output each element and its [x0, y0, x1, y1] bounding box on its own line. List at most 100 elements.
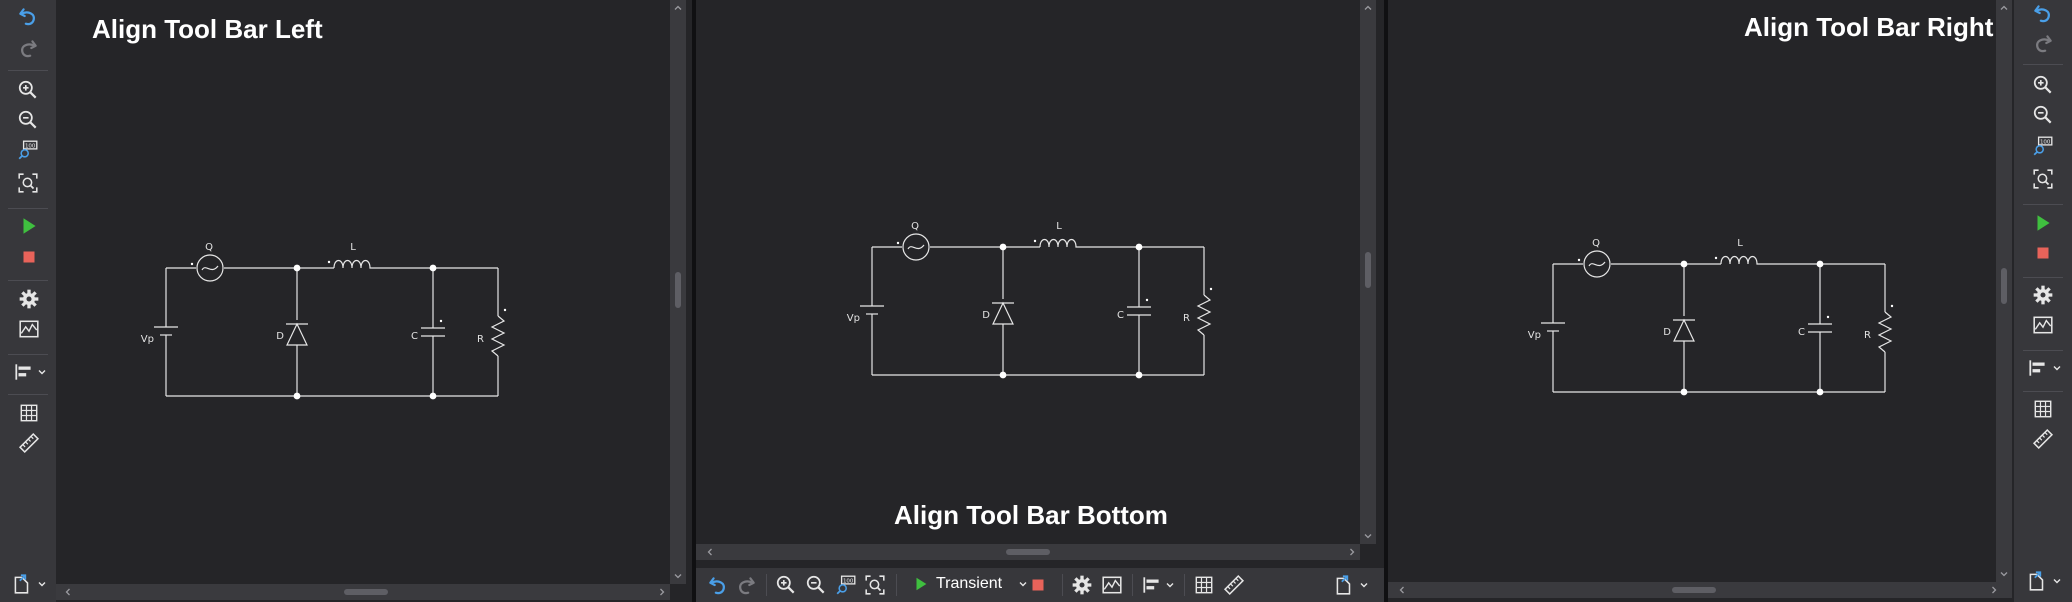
scroll-left-icon[interactable] — [60, 584, 76, 600]
scrollbar-thumb[interactable] — [344, 589, 388, 595]
scroll-up-icon[interactable] — [1996, 0, 2012, 16]
settings-icon[interactable] — [1070, 573, 1094, 597]
toolbar-separator — [8, 280, 48, 281]
vertical-scrollbar[interactable] — [1996, 0, 2012, 582]
align-toolbar-icon[interactable] — [2026, 356, 2050, 380]
toolbar-separator — [1132, 574, 1133, 596]
toolbar-separator — [2023, 391, 2063, 392]
ruler-icon[interactable] — [2031, 427, 2055, 451]
scroll-right-icon[interactable] — [654, 584, 670, 600]
undo-icon[interactable] — [16, 4, 40, 28]
label-c: C — [411, 331, 418, 342]
label-vp: Vp — [847, 313, 860, 324]
schematic-canvas[interactable]: Vp Q L D C R Align Tool Bar Bottom — [696, 0, 1360, 544]
undo-icon[interactable] — [2031, 1, 2055, 25]
label-d: D — [1663, 327, 1671, 338]
zoom-in-icon[interactable] — [774, 573, 798, 597]
scroll-left-icon[interactable] — [702, 544, 718, 560]
schematic-canvas[interactable]: Align Tool Bar Left Vp Q L D C R — [56, 0, 668, 584]
toolbar-separator — [8, 394, 48, 395]
grid-icon[interactable] — [17, 401, 41, 425]
export-icon[interactable] — [2025, 569, 2049, 593]
scrollbar-thumb[interactable] — [1006, 549, 1050, 555]
label-l: L — [1056, 221, 1062, 232]
zoom-fit-icon[interactable] — [863, 573, 887, 597]
vertical-scrollbar[interactable] — [1360, 0, 1376, 544]
zoom-out-icon[interactable] — [16, 108, 40, 132]
toolbar-separator — [1184, 574, 1185, 596]
zoom-in-icon[interactable] — [2031, 73, 2055, 97]
buck-converter-schematic[interactable]: Vp Q L D C R — [1485, 224, 1925, 404]
label-d: D — [276, 331, 284, 342]
buck-converter-schematic[interactable]: Vp Q L D C R — [98, 228, 538, 408]
run-icon[interactable] — [17, 214, 41, 238]
stop-icon[interactable] — [2031, 241, 2055, 265]
settings-icon[interactable] — [2031, 283, 2055, 307]
waveform-viewer-icon[interactable] — [17, 317, 41, 341]
panel-align-right: Align Tool Bar Right Vp Q L D C R — [1388, 0, 2072, 602]
ruler-icon[interactable] — [1222, 573, 1246, 597]
scrollbar-thumb[interactable] — [1672, 587, 1716, 593]
run-icon — [912, 575, 930, 593]
simulation-mode-dropdown[interactable]: Transient — [912, 575, 1028, 593]
undo-icon[interactable] — [706, 573, 730, 597]
scroll-left-icon[interactable] — [1394, 582, 1410, 598]
buck-converter-schematic[interactable]: Vp Q L D C R — [804, 207, 1244, 387]
label-r: R — [1183, 313, 1190, 324]
redo-icon[interactable] — [734, 573, 758, 597]
chevron-down-icon[interactable] — [36, 578, 48, 590]
chevron-down-icon[interactable] — [2051, 575, 2063, 587]
grid-icon[interactable] — [2031, 397, 2055, 421]
horizontal-toolbar-bottom: Transient — [696, 568, 1384, 602]
scroll-up-icon[interactable] — [670, 0, 686, 16]
grid-icon[interactable] — [1192, 573, 1216, 597]
scrollbar-thumb[interactable] — [1365, 252, 1371, 288]
label-d: D — [982, 310, 990, 321]
settings-icon[interactable] — [17, 287, 41, 311]
scrollbar-thumb[interactable] — [2001, 268, 2007, 304]
stop-icon[interactable] — [17, 245, 41, 269]
toolbar-separator — [8, 208, 48, 209]
horizontal-scrollbar[interactable] — [696, 544, 1360, 560]
panel-title: Align Tool Bar Left — [92, 14, 323, 44]
chevron-down-icon[interactable] — [2051, 362, 2063, 374]
chevron-down-icon[interactable] — [1358, 579, 1370, 591]
zoom-fit-icon[interactable] — [16, 171, 40, 195]
scrollbar-thumb[interactable] — [675, 272, 681, 308]
panel-title: Align Tool Bar Right — [1744, 12, 1994, 42]
waveform-viewer-icon[interactable] — [2031, 313, 2055, 337]
ruler-icon[interactable] — [17, 431, 41, 455]
toolbar-separator — [766, 574, 767, 596]
scroll-right-icon[interactable] — [1344, 544, 1360, 560]
zoom-out-icon[interactable] — [2031, 103, 2055, 127]
zoom-out-icon[interactable] — [804, 573, 828, 597]
zoom-100-icon[interactable] — [2031, 134, 2055, 158]
redo-icon[interactable] — [2031, 31, 2055, 55]
scroll-down-icon[interactable] — [1996, 566, 2012, 582]
scroll-down-icon[interactable] — [670, 568, 686, 584]
toolbar-separator — [2023, 277, 2063, 278]
horizontal-scrollbar[interactable] — [1388, 582, 2012, 598]
scroll-right-icon[interactable] — [1986, 582, 2002, 598]
chevron-down-icon[interactable] — [1164, 579, 1176, 591]
waveform-viewer-icon[interactable] — [1100, 573, 1124, 597]
chevron-down-icon[interactable] — [36, 366, 48, 378]
run-icon[interactable] — [2031, 211, 2055, 235]
vertical-scrollbar[interactable] — [670, 0, 686, 584]
align-toolbar-icon[interactable] — [1140, 573, 1164, 597]
schematic-canvas[interactable]: Align Tool Bar Right Vp Q L D C R — [1388, 0, 1996, 582]
vertical-toolbar-right — [2014, 0, 2072, 602]
align-toolbar-icon[interactable] — [12, 360, 36, 384]
zoom-in-icon[interactable] — [16, 78, 40, 102]
scroll-up-icon[interactable] — [1360, 0, 1376, 16]
horizontal-scrollbar[interactable] — [56, 584, 670, 600]
zoom-100-icon[interactable] — [834, 573, 858, 597]
export-icon[interactable] — [10, 572, 34, 596]
toolbar-separator — [2023, 204, 2063, 205]
stop-icon[interactable] — [1026, 573, 1050, 597]
scroll-down-icon[interactable] — [1360, 528, 1376, 544]
export-icon[interactable] — [1332, 573, 1356, 597]
zoom-fit-icon[interactable] — [2031, 167, 2055, 191]
redo-icon[interactable] — [16, 36, 40, 60]
zoom-100-icon[interactable] — [16, 138, 40, 162]
